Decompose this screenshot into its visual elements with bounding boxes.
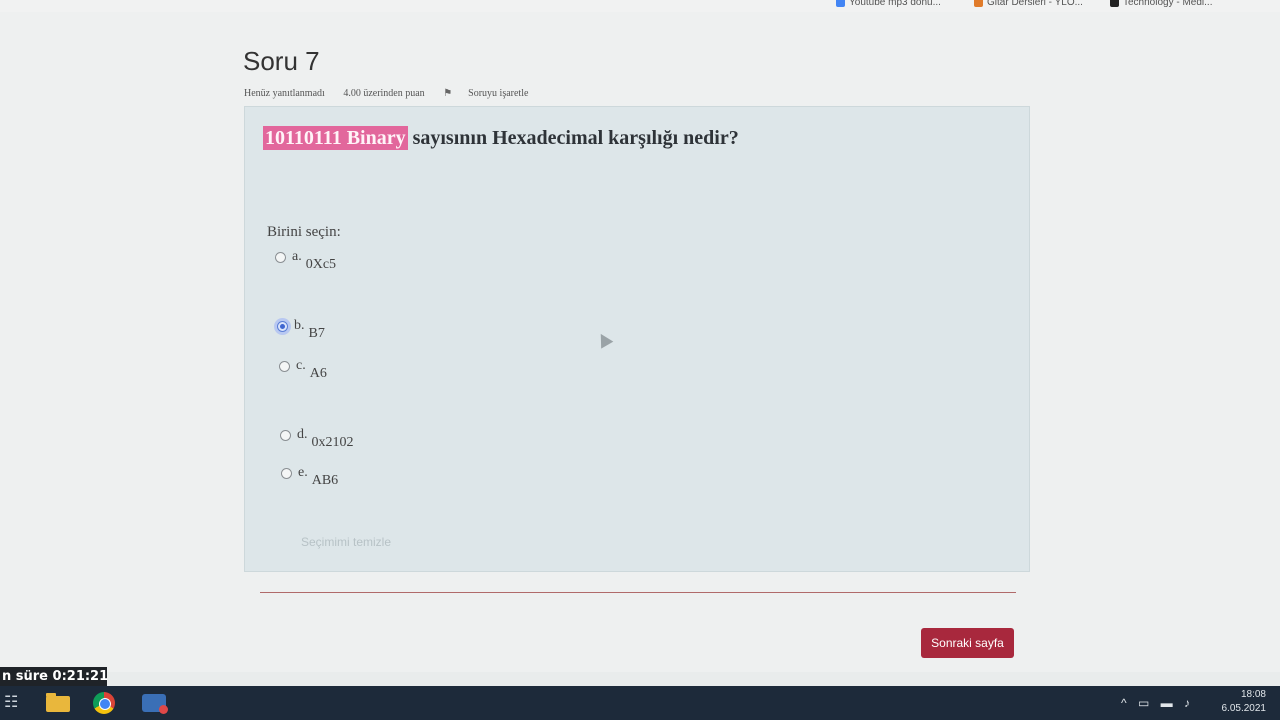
battery-icon[interactable]: ▬	[1161, 696, 1173, 710]
chrome-icon[interactable]	[93, 692, 115, 714]
app-icon[interactable]	[142, 694, 168, 714]
radio-button[interactable]	[275, 252, 286, 263]
notification-badge	[159, 705, 168, 714]
question-box: 10110111 Binary sayısının Hexadecimal ka…	[244, 106, 1030, 572]
radio-button[interactable]	[279, 361, 290, 372]
radio-button[interactable]	[281, 468, 292, 479]
option-a[interactable]: a.0Xc5	[275, 249, 336, 273]
next-page-button[interactable]: Sonraki sayfa	[921, 628, 1014, 658]
option-c[interactable]: c.A6	[279, 358, 327, 382]
bookmark-item[interactable]: Gitar Dersleri - YLO...	[974, 0, 1083, 8]
system-tray[interactable]: ^ ▭ ▬ ♪	[1113, 696, 1190, 710]
bookmark-item[interactable]: Technology - Medi...	[1110, 0, 1213, 8]
highlighted-text: 10110111 Binary	[263, 126, 408, 150]
task-view-icon[interactable]: ☷	[4, 692, 28, 714]
option-b[interactable]: b.B7	[277, 318, 325, 342]
question-text: 10110111 Binary sayısının Hexadecimal ka…	[263, 126, 739, 150]
medium-icon	[1110, 0, 1119, 7]
bookmark-item[interactable]: Youtube mp3 donu...	[836, 0, 941, 8]
flag-icon: ⚑	[443, 88, 453, 99]
points-label: 4.00 üzerinden puan	[343, 88, 425, 99]
file-explorer-icon[interactable]	[46, 693, 70, 712]
mouse-cursor-icon	[594, 330, 614, 349]
time-remaining: n süre 0:21:21	[0, 667, 108, 687]
answer-status: Henüz yanıtlanmadı	[244, 88, 325, 99]
clear-selection-link[interactable]: Seçimimi temizle	[301, 535, 391, 549]
radio-button-selected[interactable]	[277, 321, 288, 332]
clock-time: 18:08	[1240, 689, 1266, 700]
youtube-icon	[836, 0, 845, 7]
taskbar-clock[interactable]: 18:08 6.05.2021	[1222, 688, 1267, 716]
network-icon[interactable]: ▭	[1138, 696, 1149, 710]
option-e[interactable]: e.AB6	[281, 465, 338, 489]
chevron-up-icon[interactable]: ^	[1121, 696, 1127, 710]
option-d[interactable]: d.0x2102	[280, 427, 354, 451]
question-meta: Henüz yanıtlanmadı 4.00 üzerinden puan ⚑…	[244, 88, 560, 99]
guitar-icon	[974, 0, 983, 7]
flag-question-link[interactable]: ⚑ Soruyu işaretle	[443, 88, 544, 99]
taskbar: ☷ ^ ▭ ▬ ♪ 18:08 6.05.2021	[0, 686, 1280, 720]
volume-icon[interactable]: ♪	[1184, 696, 1190, 710]
choose-one-label: Birini seçin:	[267, 224, 341, 240]
question-title: Soru 7	[243, 46, 320, 76]
divider	[260, 592, 1016, 593]
clock-date: 6.05.2021	[1221, 703, 1267, 714]
radio-button[interactable]	[280, 430, 291, 441]
